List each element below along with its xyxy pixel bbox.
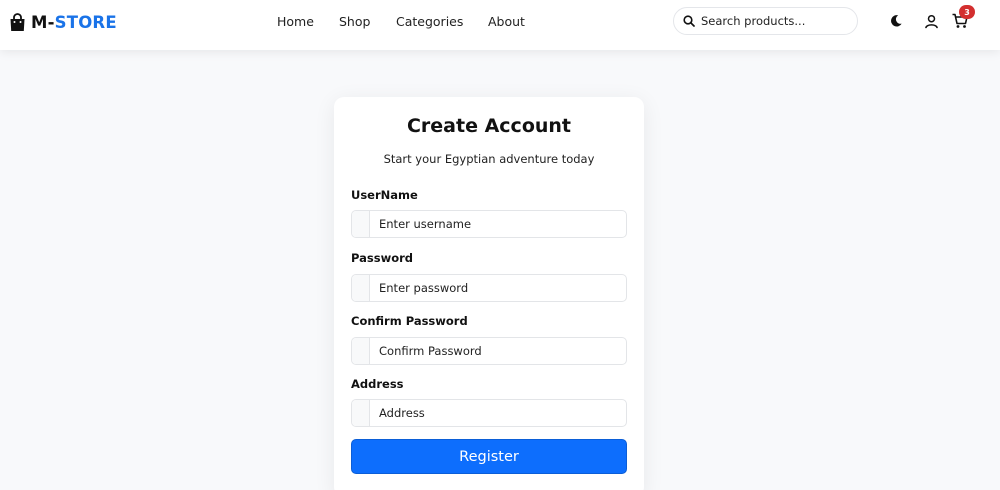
user-icon[interactable] [923,13,939,29]
search-box [673,7,858,35]
confirm-password-addon [352,338,370,364]
address-input[interactable] [370,400,626,426]
brand-prefix: M- [31,12,55,32]
confirm-password-label: Confirm Password [351,314,468,328]
nav-link-about[interactable]: About [488,14,525,29]
password-addon [352,275,370,301]
moon-icon[interactable] [888,13,904,29]
username-label: UserName [351,188,418,202]
nav-link-shop[interactable]: Shop [339,14,396,29]
brand-name: M-STORE [31,13,117,32]
page-subtitle: Start your Egyptian adventure today [383,152,595,166]
username-addon [352,211,370,237]
cart-count-badge: 3 [959,5,975,19]
password-input[interactable] [370,275,626,301]
brand-store: STORE [54,12,117,32]
main-nav: Home Shop Categories About [277,14,525,29]
nav-link-categories[interactable]: Categories [396,14,488,29]
username-group [351,210,627,238]
address-addon [352,400,370,426]
password-group [351,274,627,302]
address-group [351,399,627,427]
search-icon [683,12,695,31]
shopping-bag-icon [9,12,26,32]
password-label: Password [351,251,413,265]
top-navbar: M-STORE Home Shop Categories About Searc… [0,0,1000,50]
page-title: Create Account [406,115,572,137]
search-input[interactable] [701,14,851,28]
confirm-password-input[interactable] [370,338,626,364]
address-label: Address [351,377,404,391]
confirm-password-group [351,337,627,365]
brand-logo[interactable]: M-STORE [9,11,117,33]
register-button[interactable]: Register [351,439,627,474]
register-card: Create Account Start your Egyptian adven… [334,97,644,490]
nav-link-home[interactable]: Home [277,14,339,29]
username-input[interactable] [370,211,626,237]
